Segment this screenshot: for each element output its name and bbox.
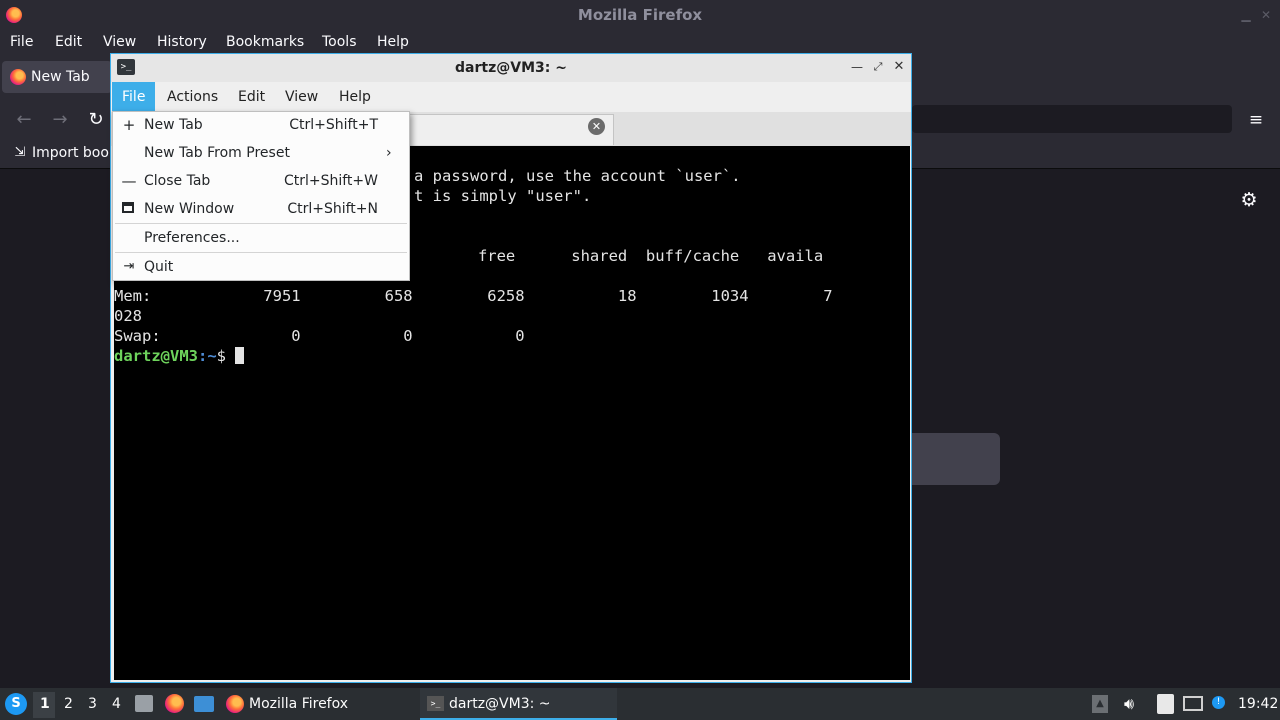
menu-separator: [115, 223, 407, 224]
term-menu-view[interactable]: View: [275, 82, 328, 112]
menu-item-preferences[interactable]: Preferences...: [144, 228, 240, 248]
ff-menu-help[interactable]: Help: [377, 32, 409, 52]
ff-menu-file[interactable]: File: [10, 32, 33, 52]
task-terminal: dartz@VM3: ~: [449, 696, 551, 712]
import-bookmarks-button[interactable]: Import book: [32, 143, 117, 163]
terminal-cursor: [235, 347, 245, 364]
menu-item-new-tab-from-preset[interactable]: New Tab From Preset: [144, 143, 290, 163]
new-window-icon: [122, 202, 134, 213]
terminal-close-icon[interactable]: ✕: [892, 60, 906, 74]
shortcut-new-tab: Ctrl+Shift+T: [289, 117, 378, 133]
taskbar: [0, 688, 1280, 720]
plus-icon: +: [122, 116, 136, 134]
ff-menu-view[interactable]: View: [103, 32, 136, 52]
volume-icon[interactable]: 🔊︎: [1119, 693, 1139, 715]
menu-item-new-tab[interactable]: New Tab: [144, 115, 203, 135]
menu-item-close-tab[interactable]: Close Tab: [144, 171, 210, 191]
terminal-tab-close-icon[interactable]: ✕: [588, 118, 605, 135]
terminal-minimize-icon[interactable]: —: [850, 60, 864, 74]
terminal-line: Mem: 7951 658 6258 18 1034 7: [114, 287, 833, 305]
import-bookmarks-icon: ⇲: [14, 145, 26, 160]
term-menu-actions[interactable]: Actions: [157, 82, 228, 112]
menu-item-new-window[interactable]: New Window: [144, 199, 234, 219]
file-manager-icon[interactable]: [135, 695, 153, 712]
terminal-tab[interactable]: [400, 114, 614, 145]
clock[interactable]: 19:42: [1238, 688, 1278, 720]
newtab-search-box[interactable]: [912, 433, 1000, 485]
show-desktop-icon[interactable]: [194, 696, 214, 712]
ff-menu-bookmarks[interactable]: Bookmarks: [226, 32, 304, 52]
desktop-3-button[interactable]: 3: [88, 688, 97, 720]
terminal-line: a password, use the account `user`.: [414, 167, 741, 185]
prompt-symbol: $: [216, 347, 236, 365]
quit-icon: ⇥: [123, 259, 135, 274]
menu-separator: [115, 252, 407, 253]
term-menu-file[interactable]: File: [112, 82, 156, 112]
submenu-arrow-icon: ›: [386, 145, 392, 161]
terminal-line: 028: [114, 307, 142, 325]
url-bar[interactable]: [912, 105, 1232, 133]
ff-menu-history[interactable]: History: [157, 32, 207, 52]
terminal-line: t is simply "user".: [414, 187, 592, 205]
shortcut-close-tab: Ctrl+Shift+W: [283, 173, 378, 189]
network-icon[interactable]: [1183, 696, 1203, 711]
terminal-maximize-icon[interactable]: ⤢: [871, 60, 885, 74]
terminal-window-title: dartz@VM3: ~: [455, 60, 567, 76]
prompt-path: :~: [198, 347, 217, 365]
terminal-line: Swap: 0 0 0: [114, 327, 525, 345]
tray-up-arrow-icon[interactable]: ▲: [1092, 695, 1108, 713]
desktop-1-label: 1: [40, 696, 50, 712]
terminal-prompt: dartz@VM3:~$: [114, 346, 245, 366]
firefox-launcher-icon[interactable]: [165, 694, 184, 713]
ff-menu-edit[interactable]: Edit: [55, 32, 82, 52]
back-icon[interactable]: ←: [14, 110, 34, 130]
task-firefox[interactable]: Mozilla Firefox: [249, 688, 348, 720]
minus-icon: —: [121, 172, 137, 190]
start-menu-icon[interactable]: S: [5, 693, 27, 715]
ff-menu-tools[interactable]: Tools: [322, 32, 357, 52]
minimize-icon[interactable]: ▁: [1238, 7, 1254, 23]
task-firefox-icon: [226, 695, 244, 713]
clipboard-icon[interactable]: [1157, 694, 1174, 714]
firefox-window-title: Mozilla Firefox: [577, 6, 703, 24]
reload-icon[interactable]: ↻: [86, 110, 106, 130]
updates-icon[interactable]: !: [1212, 696, 1225, 709]
task-terminal-icon: >_: [427, 696, 444, 711]
term-menu-help[interactable]: Help: [329, 82, 381, 112]
settings-gear-icon[interactable]: ⚙: [1238, 189, 1260, 211]
firefox-tab-icon: [10, 69, 26, 85]
desktop-2-button[interactable]: 2: [64, 688, 73, 720]
close-icon[interactable]: ✕: [1258, 7, 1274, 23]
desktop-4-button[interactable]: 4: [112, 688, 121, 720]
app-menu-icon[interactable]: ≡: [1246, 110, 1266, 130]
shortcut-new-window: Ctrl+Shift+N: [287, 201, 378, 217]
menu-item-quit[interactable]: Quit: [144, 257, 173, 277]
file-dropdown-menu: [112, 111, 410, 281]
term-menu-edit[interactable]: Edit: [228, 82, 275, 112]
forward-icon[interactable]: →: [50, 110, 70, 130]
firefox-tab-label: New Tab: [31, 69, 90, 85]
prompt-user: dartz@VM3: [114, 347, 198, 365]
